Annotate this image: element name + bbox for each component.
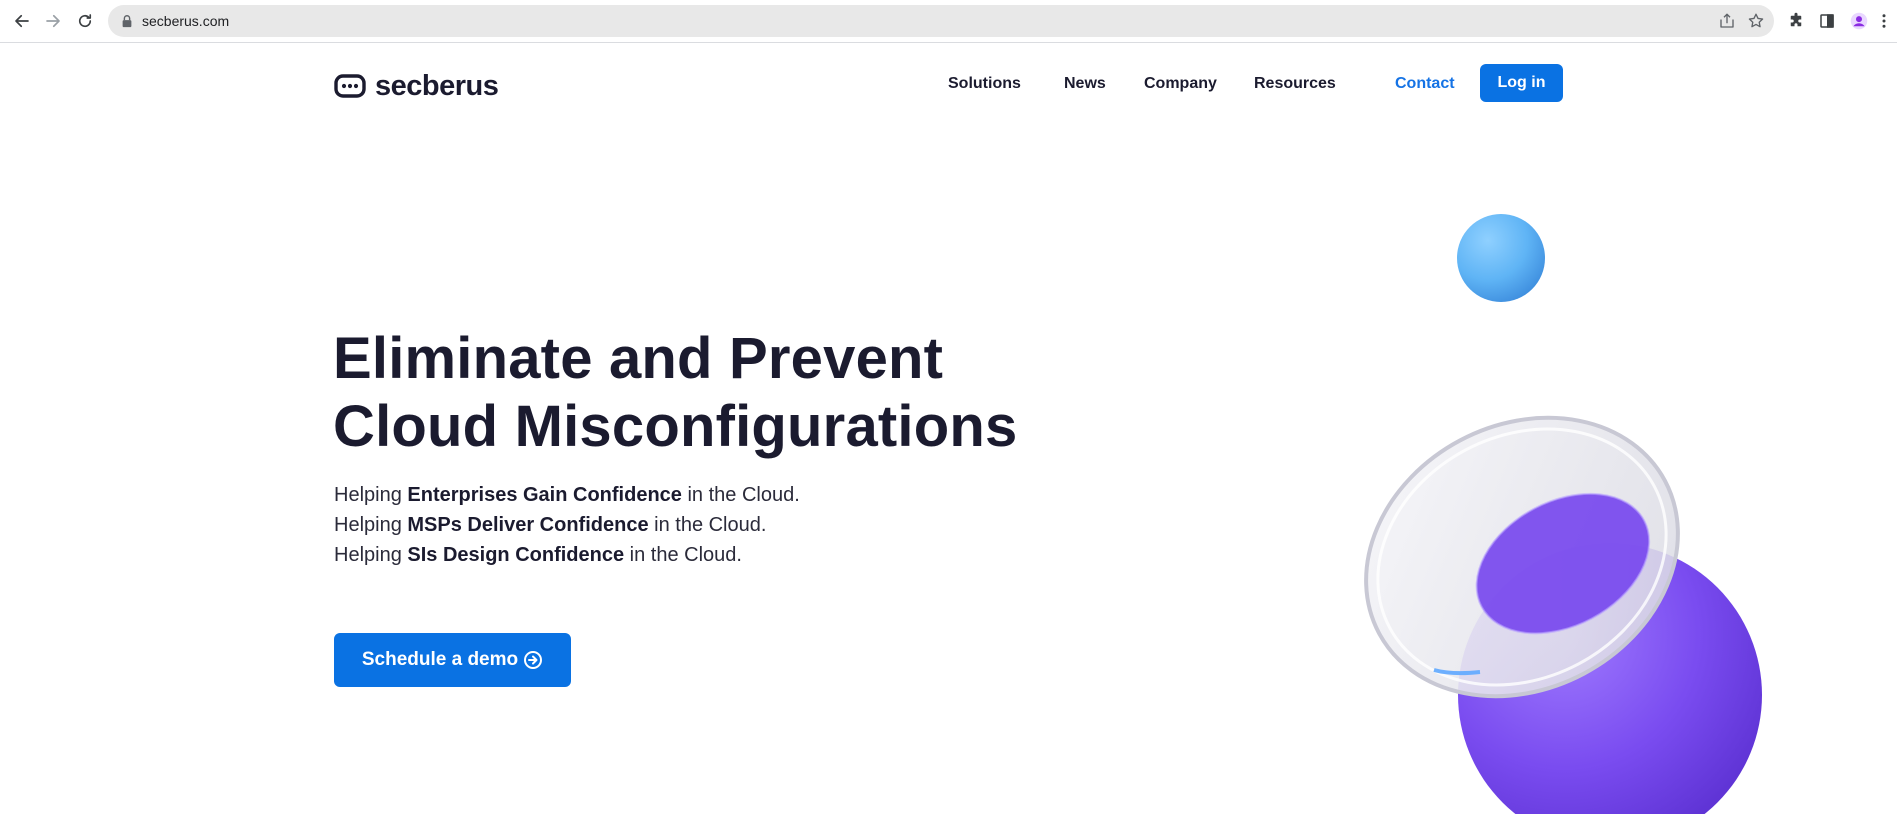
hero-illustration (1364, 214, 1762, 814)
tagline-prefix: Helping (334, 514, 408, 536)
nav-contact[interactable]: Contact (1395, 74, 1455, 94)
hero-title-line-2: Cloud Misconfigurations (333, 394, 1018, 459)
url-text[interactable]: secberus.com (142, 13, 229, 29)
reload-icon[interactable] (72, 8, 98, 34)
nav-news[interactable]: News (1064, 74, 1106, 94)
profile-icon[interactable] (1846, 8, 1872, 34)
tagline-suffix: in the Cloud. (681, 484, 800, 506)
logo-mark-icon (334, 74, 366, 98)
hero-title: Eliminate and Prevent Cloud Misconfigura… (333, 325, 1133, 461)
tagline-bold: SIs Design Confidence (407, 544, 625, 566)
site-header: secberus Solutions News Company Resource… (0, 44, 1897, 124)
tagline-suffix: in the Cloud. (648, 514, 767, 536)
nav-resources[interactable]: Resources (1254, 74, 1336, 94)
extensions-icon[interactable] (1783, 8, 1809, 34)
blue-sphere (1457, 214, 1545, 302)
tagline-prefix: Helping (334, 544, 408, 566)
side-panel-icon[interactable] (1814, 8, 1840, 34)
hero-tagline-2: Helping MSPs Deliver Confidence in the C… (334, 513, 766, 537)
lock-icon[interactable] (120, 14, 134, 28)
menu-icon[interactable] (1874, 8, 1894, 34)
tagline-bold: Enterprises Gain Confidence (407, 484, 682, 506)
nav-company[interactable]: Company (1144, 74, 1217, 94)
address-bar[interactable]: secberus.com (108, 5, 1774, 37)
tagline-prefix: Helping (334, 484, 408, 506)
hero-title-line-1: Eliminate and Prevent (333, 326, 944, 391)
hero-tagline-3: Helping SIs Design Confidence in the Clo… (334, 543, 742, 567)
nav-solutions[interactable]: Solutions (948, 74, 1021, 94)
star-icon[interactable] (1747, 12, 1765, 30)
forward-icon[interactable] (40, 8, 66, 34)
schedule-demo-label: Schedule a demo (361, 649, 519, 670)
schedule-demo-button[interactable]: Schedule a demo (334, 633, 571, 687)
back-icon[interactable] (9, 8, 35, 34)
tagline-bold: MSPs Deliver Confidence (407, 514, 649, 536)
hero-tagline-1: Helping Enterprises Gain Confidence in t… (334, 483, 800, 507)
arrow-circle-right-icon (524, 651, 543, 669)
login-button[interactable]: Log in (1480, 64, 1563, 102)
browser-toolbar: secberus.com (0, 0, 1897, 43)
share-icon[interactable] (1718, 12, 1736, 30)
logo-text: secberus (375, 70, 499, 102)
logo[interactable]: secberus (334, 70, 499, 102)
tagline-suffix: in the Cloud. (624, 544, 742, 566)
